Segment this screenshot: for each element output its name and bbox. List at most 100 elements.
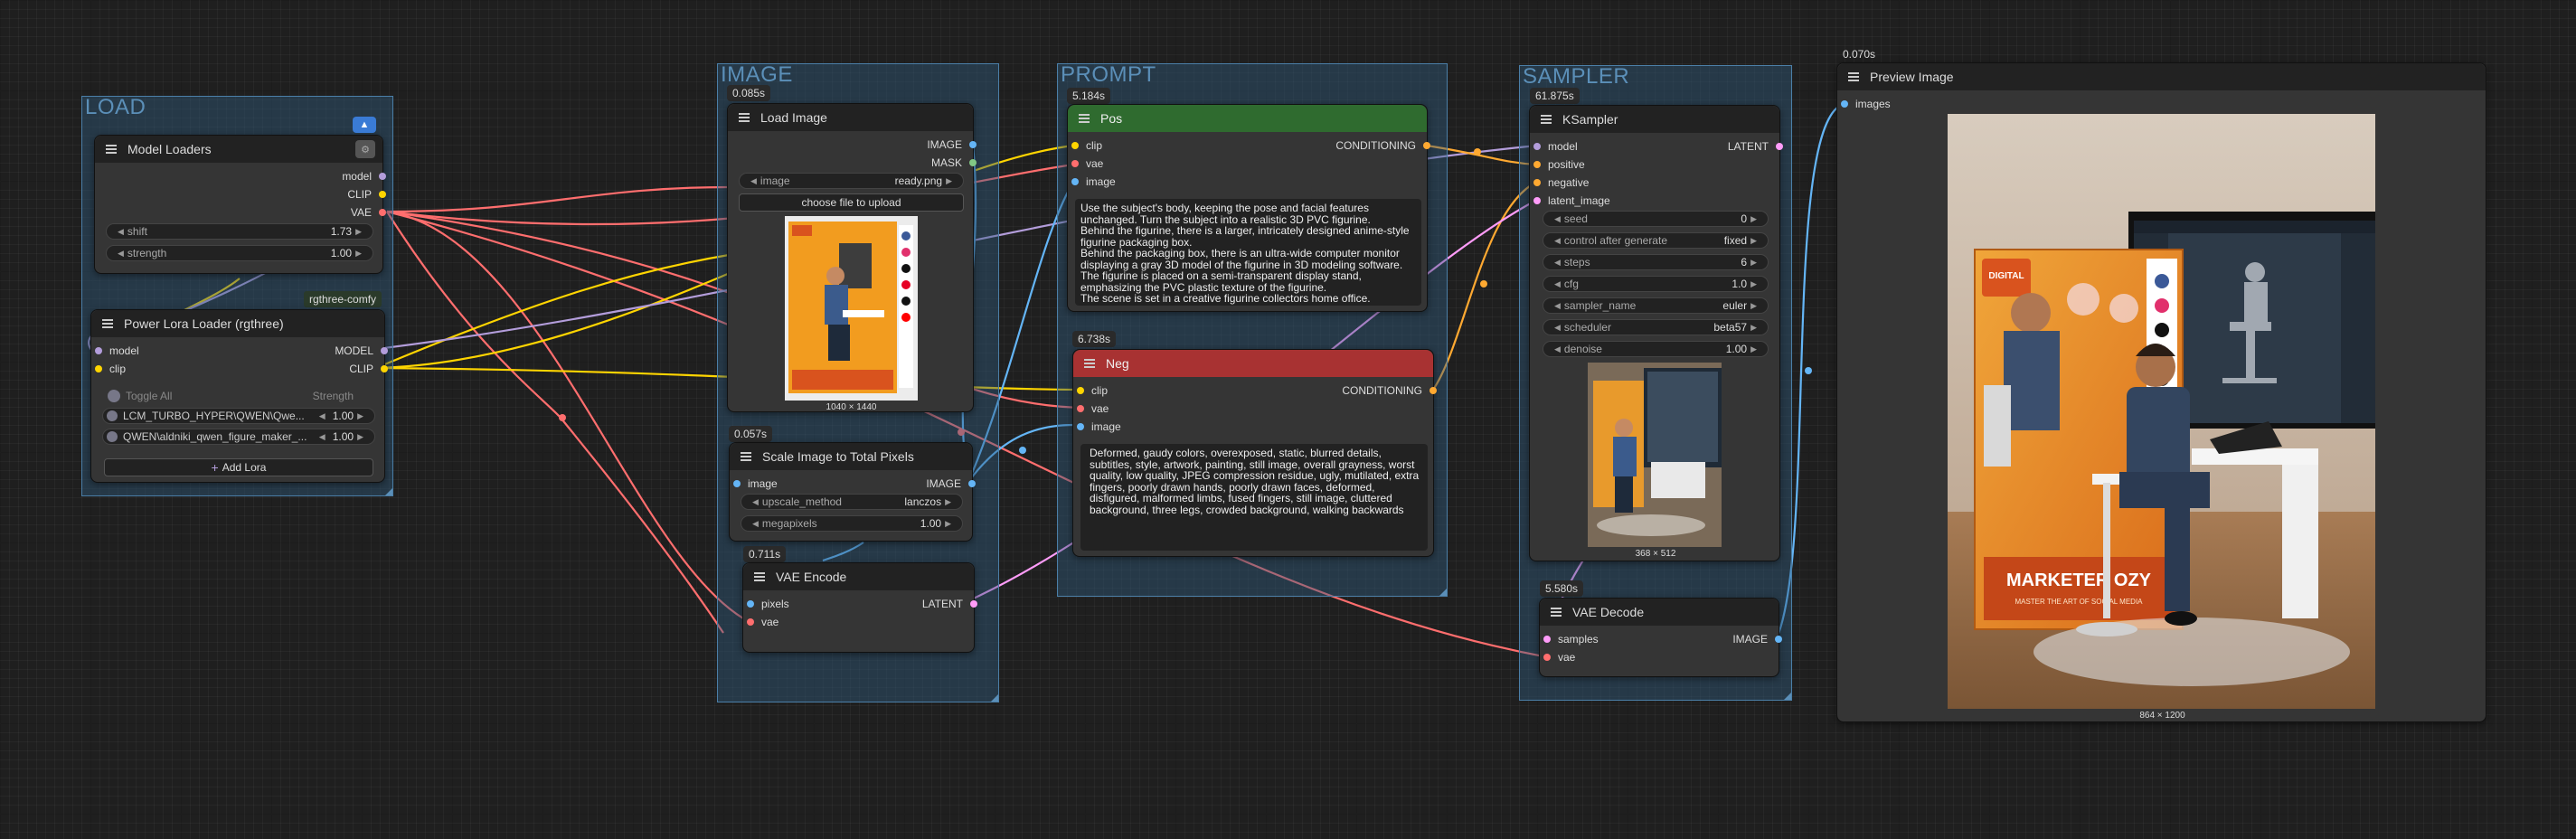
menu-icon[interactable] bbox=[754, 570, 765, 583]
node-header[interactable]: Scale Image to Total Pixels bbox=[730, 443, 972, 470]
output-mask[interactable]: MASK bbox=[931, 156, 977, 169]
prompt-textarea[interactable]: Use the subject's body, keeping the pose… bbox=[1075, 199, 1421, 306]
node-scale-image[interactable]: Scale Image to Total Pixels image IMAGE … bbox=[729, 442, 976, 542]
output-latent[interactable]: LATENT bbox=[922, 598, 977, 610]
reroute-dot[interactable] bbox=[1480, 280, 1487, 288]
output-clip[interactable]: CLIP bbox=[347, 188, 386, 201]
decrement-icon[interactable]: ◀ bbox=[118, 227, 124, 237]
prompt-textarea[interactable]: Deformed, gaudy colors, overexposed, sta… bbox=[1080, 444, 1428, 551]
output-vae[interactable]: VAE bbox=[351, 206, 386, 219]
output-model[interactable]: model bbox=[342, 170, 386, 183]
node-header[interactable]: Load Image bbox=[728, 104, 973, 131]
input-positive[interactable]: positive bbox=[1533, 158, 1585, 171]
input-vae[interactable]: vae bbox=[747, 616, 778, 628]
menu-icon[interactable] bbox=[741, 450, 751, 463]
input-clip[interactable]: clip bbox=[1071, 139, 1102, 152]
decrement-icon[interactable]: ◀ bbox=[118, 249, 124, 259]
decrement-icon[interactable]: ◀ bbox=[1554, 323, 1561, 333]
decrement-icon[interactable]: ◀ bbox=[319, 432, 326, 442]
decrement-icon[interactable]: ◀ bbox=[752, 497, 759, 507]
input-pixels[interactable]: pixels bbox=[747, 598, 789, 610]
output-conditioning[interactable]: CONDITIONING bbox=[1342, 384, 1437, 397]
toggle-all-row[interactable]: Toggle All Strength bbox=[108, 388, 370, 404]
output-latent[interactable]: LATENT bbox=[1728, 140, 1783, 153]
input-clip[interactable]: clip bbox=[95, 363, 126, 375]
resize-handle[interactable] bbox=[1784, 693, 1791, 700]
reroute-dot[interactable] bbox=[559, 414, 566, 421]
increment-icon[interactable]: ▶ bbox=[357, 411, 363, 421]
menu-icon[interactable] bbox=[102, 317, 113, 330]
menu-icon[interactable] bbox=[1848, 71, 1859, 83]
megapixels-widget[interactable]: ◀ megapixels 1.00 ▶ bbox=[741, 515, 963, 532]
cfg-widget[interactable]: ◀ cfg 1.0 ▶ bbox=[1543, 276, 1769, 292]
input-image[interactable]: image bbox=[1071, 175, 1116, 188]
lora-toggle[interactable] bbox=[107, 410, 118, 421]
decrement-icon[interactable]: ◀ bbox=[1554, 344, 1561, 354]
increment-icon[interactable]: ▶ bbox=[1750, 344, 1757, 354]
lora-strength[interactable]: 1.00 bbox=[333, 410, 354, 422]
decrement-icon[interactable]: ◀ bbox=[752, 519, 759, 529]
input-latent-image[interactable]: latent_image bbox=[1533, 194, 1610, 207]
add-lora-button[interactable]: + Add Lora bbox=[104, 458, 373, 476]
increment-icon[interactable]: ▶ bbox=[1750, 236, 1757, 246]
input-image[interactable]: image bbox=[733, 477, 778, 490]
lora-toggle[interactable] bbox=[107, 431, 118, 442]
decrement-icon[interactable]: ◀ bbox=[319, 411, 326, 421]
share-icon[interactable]: ▲ bbox=[353, 117, 376, 133]
node-pos-prompt[interactable]: Pos clip vae image CONDITIONING Use the … bbox=[1067, 104, 1430, 312]
decrement-icon[interactable]: ◀ bbox=[1554, 279, 1561, 289]
increment-icon[interactable]: ▶ bbox=[1750, 301, 1757, 311]
input-vae[interactable]: vae bbox=[1543, 651, 1575, 664]
node-load-image[interactable]: Load Image IMAGE MASK ◀ image ready.png ▶ c… bbox=[727, 103, 977, 412]
node-header[interactable]: Pos bbox=[1068, 105, 1427, 132]
input-model[interactable]: model bbox=[1533, 140, 1578, 153]
node-header[interactable]: Model Loaders ⚙ bbox=[95, 136, 382, 163]
resize-handle[interactable] bbox=[1439, 589, 1447, 596]
node-vae-encode[interactable]: VAE Encode pixels vae LATENT bbox=[742, 562, 977, 653]
node-header[interactable]: VAE Encode bbox=[743, 563, 974, 590]
input-model[interactable]: model bbox=[95, 344, 139, 357]
lora-name[interactable]: QWEN\aldniki_qwen_figure_maker_... bbox=[123, 430, 316, 443]
increment-icon[interactable]: ▶ bbox=[945, 497, 951, 507]
node-ksampler[interactable]: KSampler model positive negative latent_… bbox=[1529, 105, 1783, 561]
denoise-widget[interactable]: ◀ denoise 1.00 ▶ bbox=[1543, 341, 1769, 357]
reroute-dot[interactable] bbox=[1474, 148, 1481, 156]
steps-widget[interactable]: ◀ steps 6 ▶ bbox=[1543, 254, 1769, 270]
upload-button[interactable]: choose file to upload bbox=[739, 193, 964, 212]
lora-row-2[interactable]: QWEN\aldniki_qwen_figure_maker_... ◀ 1.0… bbox=[102, 429, 375, 445]
menu-icon[interactable] bbox=[739, 111, 750, 124]
increment-icon[interactable]: ▶ bbox=[1750, 214, 1757, 224]
upscale-method-widget[interactable]: ◀ upscale_method lanczos ▶ bbox=[741, 494, 963, 510]
lora-row-1[interactable]: LCM_TURBO_HYPER\QWEN\Qwe... ◀ 1.00 ▶ bbox=[102, 408, 375, 424]
increment-icon[interactable]: ▶ bbox=[946, 176, 952, 186]
toggle-all-switch[interactable] bbox=[108, 390, 120, 402]
input-vae[interactable]: vae bbox=[1077, 402, 1109, 415]
decrement-icon[interactable]: ◀ bbox=[1554, 236, 1561, 246]
menu-icon[interactable] bbox=[1084, 357, 1095, 370]
node-header[interactable]: VAE Decode bbox=[1540, 599, 1779, 626]
shift-widget[interactable]: ◀ shift 1.73 ▶ bbox=[106, 223, 373, 240]
seed-widget[interactable]: ◀ seed 0 ▶ bbox=[1543, 211, 1769, 227]
lora-name[interactable]: LCM_TURBO_HYPER\QWEN\Qwe... bbox=[123, 410, 316, 422]
image-select[interactable]: ◀ image ready.png ▶ bbox=[739, 173, 964, 189]
menu-icon[interactable] bbox=[106, 143, 117, 156]
decrement-icon[interactable]: ◀ bbox=[1554, 258, 1561, 268]
decrement-icon[interactable]: ◀ bbox=[750, 176, 757, 186]
node-neg-prompt[interactable]: Neg clip vae image CONDITIONING Deformed… bbox=[1072, 349, 1437, 557]
node-header[interactable]: KSampler bbox=[1530, 106, 1779, 133]
output-image[interactable]: IMAGE bbox=[926, 477, 976, 490]
output-model[interactable]: MODEL bbox=[335, 344, 388, 357]
node-header[interactable]: Power Lora Loader (rgthree) bbox=[91, 310, 384, 337]
sampler-name-widget[interactable]: ◀ sampler_name euler ▶ bbox=[1543, 297, 1769, 314]
node-header[interactable]: Neg bbox=[1073, 350, 1433, 377]
increment-icon[interactable]: ▶ bbox=[357, 432, 363, 442]
menu-icon[interactable] bbox=[1541, 113, 1552, 126]
node-model-loaders[interactable]: Model Loaders ⚙ model CLIP VAE ◀ shift 1.7… bbox=[94, 135, 386, 274]
lora-strength[interactable]: 1.00 bbox=[333, 430, 354, 443]
increment-icon[interactable]: ▶ bbox=[355, 227, 362, 237]
input-negative[interactable]: negative bbox=[1533, 176, 1589, 189]
output-clip[interactable]: CLIP bbox=[349, 363, 388, 375]
increment-icon[interactable]: ▶ bbox=[355, 249, 362, 259]
strength-widget[interactable]: ◀ strength 1.00 ▶ bbox=[106, 245, 373, 261]
node-vae-decode[interactable]: VAE Decode samples vae IMAGE bbox=[1539, 598, 1782, 677]
